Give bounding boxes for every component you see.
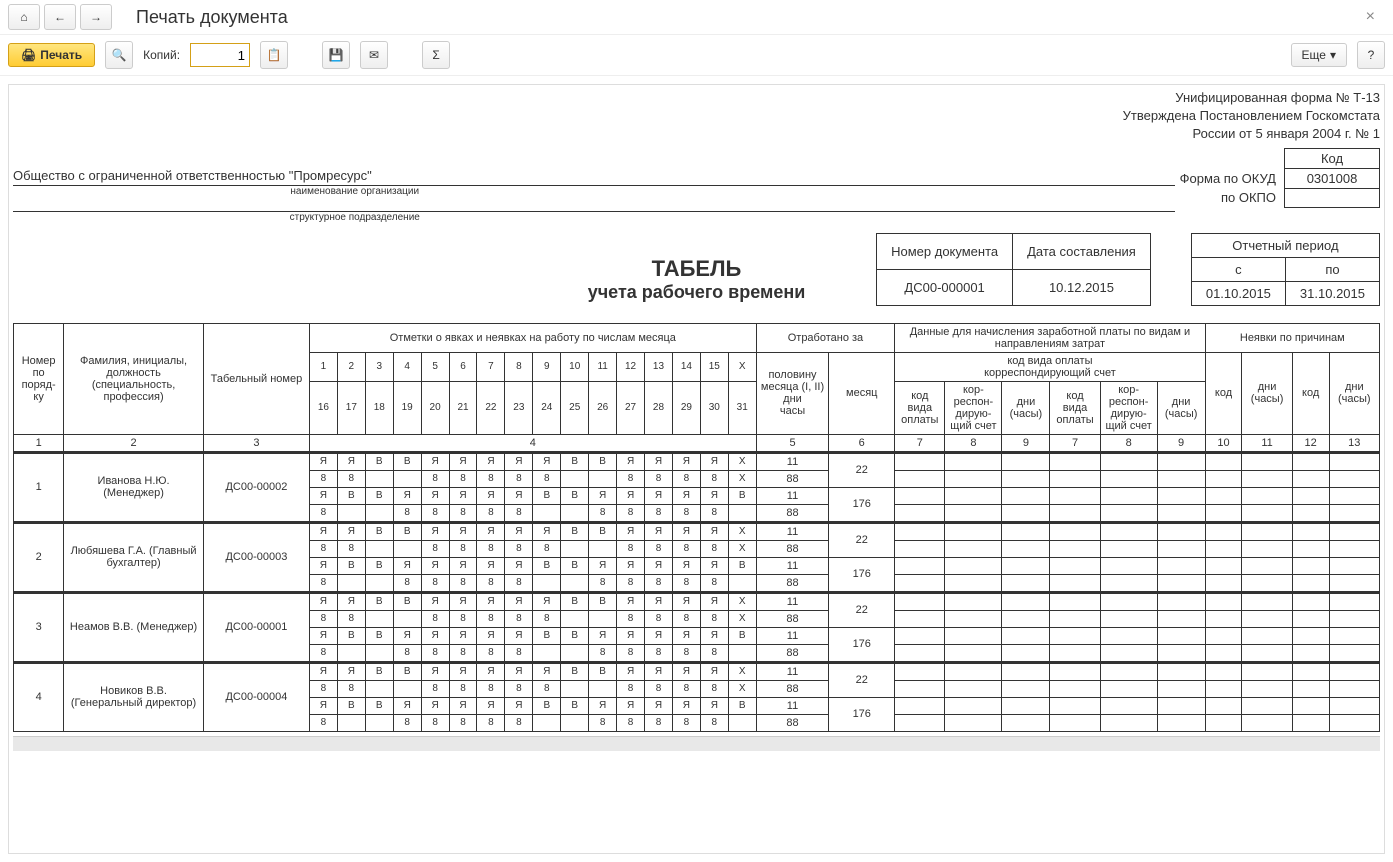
document-area: Унифицированная форма № Т-13 Утверждена … xyxy=(8,84,1385,854)
okpo-label: по ОКПО xyxy=(1168,188,1285,207)
main-toolbar: 🖨 Печать 🔍 Копий: 📋 💾 ✉ Σ Еще ▾ ? xyxy=(0,34,1393,76)
copies-input[interactable] xyxy=(190,43,250,67)
window-title: Печать документа xyxy=(136,7,288,28)
more-label: Еще xyxy=(1302,48,1326,62)
forward-button[interactable]: → xyxy=(80,4,112,30)
docnum-label: Номер документа xyxy=(877,233,1013,269)
doc-subtitle: учета рабочего времени xyxy=(13,282,1380,303)
okud-label: Форма по ОКУД xyxy=(1168,168,1285,188)
preview-button[interactable]: 🔍 xyxy=(105,41,133,69)
form-line1: Унифицированная форма № Т-13 xyxy=(13,89,1380,107)
period-meta: Отчетный период спо 01.10.201531.10.2015 xyxy=(1191,233,1380,306)
chevron-down-icon: ▾ xyxy=(1330,48,1336,62)
doc-title: ТАБЕЛЬ xyxy=(13,256,1380,282)
doc-title-block: ТАБЕЛЬ учета рабочего времени xyxy=(13,256,1380,303)
sum-button[interactable]: Σ xyxy=(422,41,450,69)
docnum-value: ДС00-000001 xyxy=(877,269,1013,305)
docdate-label: Дата составления xyxy=(1013,233,1151,269)
subdivision-line xyxy=(13,197,1175,212)
form-header: Унифицированная форма № Т-13 Утверждена … xyxy=(13,89,1380,144)
form-line2: Утверждена Постановлением Госкомстата xyxy=(13,107,1380,125)
title-bar: ⌂ ← → Печать документа × xyxy=(0,0,1393,34)
doc-meta: Номер документаДата составления ДС00-000… xyxy=(876,233,1151,306)
okud-value: 0301008 xyxy=(1285,168,1380,188)
more-button[interactable]: Еще ▾ xyxy=(1291,43,1347,67)
email-button[interactable]: ✉ xyxy=(360,41,388,69)
copies-label: Копий: xyxy=(143,48,180,62)
print-button[interactable]: 🖨 Печать xyxy=(8,43,95,67)
okpo-value xyxy=(1285,188,1380,207)
from-label: с xyxy=(1191,257,1285,281)
to-value: 31.10.2015 xyxy=(1285,281,1379,305)
subdivision-caption: структурное подразделение xyxy=(13,212,697,223)
print-label: Печать xyxy=(40,48,82,62)
close-button[interactable]: × xyxy=(1356,8,1385,26)
save-button[interactable]: 💾 xyxy=(322,41,350,69)
help-button[interactable]: ? xyxy=(1357,41,1385,69)
printer-icon: 🖨 xyxy=(21,48,36,62)
execute-button[interactable]: 📋 xyxy=(260,41,288,69)
from-value: 01.10.2015 xyxy=(1191,281,1285,305)
horizontal-scrollbar[interactable] xyxy=(13,736,1380,751)
home-button[interactable]: ⌂ xyxy=(8,4,40,30)
timesheet-table: Номер по поряд-куФамилия, инициалы, долж… xyxy=(13,323,1380,732)
code-header: Код xyxy=(1285,148,1380,168)
back-button[interactable]: ← xyxy=(44,4,76,30)
period-label: Отчетный период xyxy=(1191,233,1379,257)
form-line3: России от 5 января 2004 г. № 1 xyxy=(13,125,1380,143)
to-label: по xyxy=(1285,257,1379,281)
org-caption: наименование организации xyxy=(13,186,697,197)
org-name: Общество с ограниченной ответственностью… xyxy=(13,168,1175,186)
docdate-value: 10.12.2015 xyxy=(1013,269,1151,305)
